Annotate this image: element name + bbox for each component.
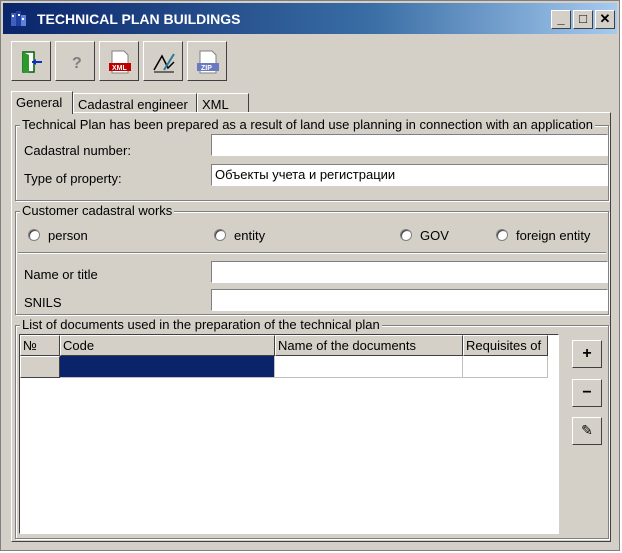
radio-person[interactable]: person (28, 228, 108, 244)
minimize-button[interactable]: _ (551, 10, 571, 29)
minus-icon: − (582, 384, 592, 401)
exit-button[interactable] (11, 41, 51, 81)
edit-document-button[interactable]: ✎ (572, 417, 602, 445)
column-header-code[interactable]: Code (60, 335, 275, 356)
column-header-number[interactable]: № (20, 335, 60, 356)
technical-plan-group-title: Technical Plan has been prepared as a re… (20, 117, 595, 132)
zip-badge: ZIP (201, 65, 212, 72)
tab-general-label: General (16, 95, 63, 110)
documents-table[interactable]: № Code Name of the documents Requisites … (19, 334, 559, 534)
close-icon: ✕ (599, 11, 611, 26)
maximize-icon: □ (579, 11, 587, 26)
toolbar: ? XML ZIP (11, 41, 227, 81)
row-indicator[interactable] (20, 356, 60, 378)
customer-group-title: Customer cadastral works (20, 203, 175, 218)
radio-person-label: person (48, 228, 88, 243)
radio-foreign-entity[interactable]: foreign entity (496, 228, 596, 244)
help-icon: ? (72, 55, 82, 72)
requisites-cell[interactable] (463, 356, 548, 378)
tab-cadastral-engineer-label: Cadastral engineer (78, 97, 188, 112)
radio-foreign-entity-circle (496, 229, 508, 241)
radio-entity-circle (214, 229, 226, 241)
name-cell[interactable] (275, 356, 463, 378)
name-or-title-input[interactable] (211, 261, 608, 283)
main-window: TECHNICAL PLAN BUILDINGS _ □ ✕ ? XML ZIP… (0, 0, 620, 551)
app-icon (11, 11, 26, 26)
code-cell-selected[interactable] (60, 356, 275, 378)
exit-icon (22, 51, 42, 73)
radio-entity[interactable]: entity (214, 228, 294, 244)
minimize-icon: _ (557, 11, 565, 26)
column-header-name[interactable]: Name of the documents (275, 335, 463, 356)
tab-xml[interactable]: XML (197, 93, 249, 113)
svg-text:?: ? (72, 55, 82, 72)
add-document-button[interactable]: + (572, 340, 602, 368)
radio-entity-label: entity (234, 228, 266, 243)
xml-badge: XML (112, 65, 128, 72)
pencil-icon: ✎ (581, 422, 593, 438)
radio-gov[interactable]: GOV (400, 228, 460, 244)
tab-cadastral-engineer[interactable]: Cadastral engineer (73, 93, 197, 113)
cadastral-number-input[interactable] (211, 134, 608, 156)
plus-icon: + (582, 345, 592, 362)
radio-foreign-entity-label: foreign entity (516, 228, 591, 243)
snils-input[interactable] (211, 289, 608, 311)
close-button[interactable]: ✕ (595, 10, 615, 29)
radio-person-circle (28, 229, 40, 241)
sign-icon (153, 53, 175, 73)
column-header-requisites[interactable]: Requisites of (463, 335, 548, 356)
xml-file-icon: XML (109, 50, 131, 74)
general-panel: Technical Plan has been prepared as a re… (11, 112, 611, 542)
customer-group: Customer cadastral works person entity G… (15, 203, 609, 315)
tab-xml-label: XML (202, 97, 229, 112)
customer-divider (18, 252, 606, 254)
maximize-button[interactable]: □ (573, 10, 593, 29)
cadastral-number-label: Cadastral number: (24, 143, 131, 158)
title-bar[interactable]: TECHNICAL PLAN BUILDINGS _ □ ✕ (3, 3, 617, 34)
radio-gov-circle (400, 229, 412, 241)
technical-plan-group: Technical Plan has been prepared as a re… (15, 117, 609, 201)
sign-button[interactable] (143, 41, 183, 81)
documents-group-title: List of documents used in the preparatio… (20, 317, 382, 332)
type-of-property-input[interactable]: Объекты учета и регистрации (211, 164, 608, 186)
tab-general[interactable]: General (11, 91, 73, 114)
type-of-property-label: Type of property: (24, 171, 122, 186)
snils-label: SNILS (24, 295, 62, 310)
export-xml-button[interactable]: XML (99, 41, 139, 81)
zip-file-icon: ZIP (197, 50, 219, 74)
radio-gov-label: GOV (420, 228, 449, 243)
window-title: TECHNICAL PLAN BUILDINGS (37, 11, 241, 27)
remove-document-button[interactable]: − (572, 379, 602, 407)
help-button[interactable]: ? (55, 41, 95, 81)
export-zip-button[interactable]: ZIP (187, 41, 227, 81)
name-or-title-label: Name or title (24, 267, 98, 282)
